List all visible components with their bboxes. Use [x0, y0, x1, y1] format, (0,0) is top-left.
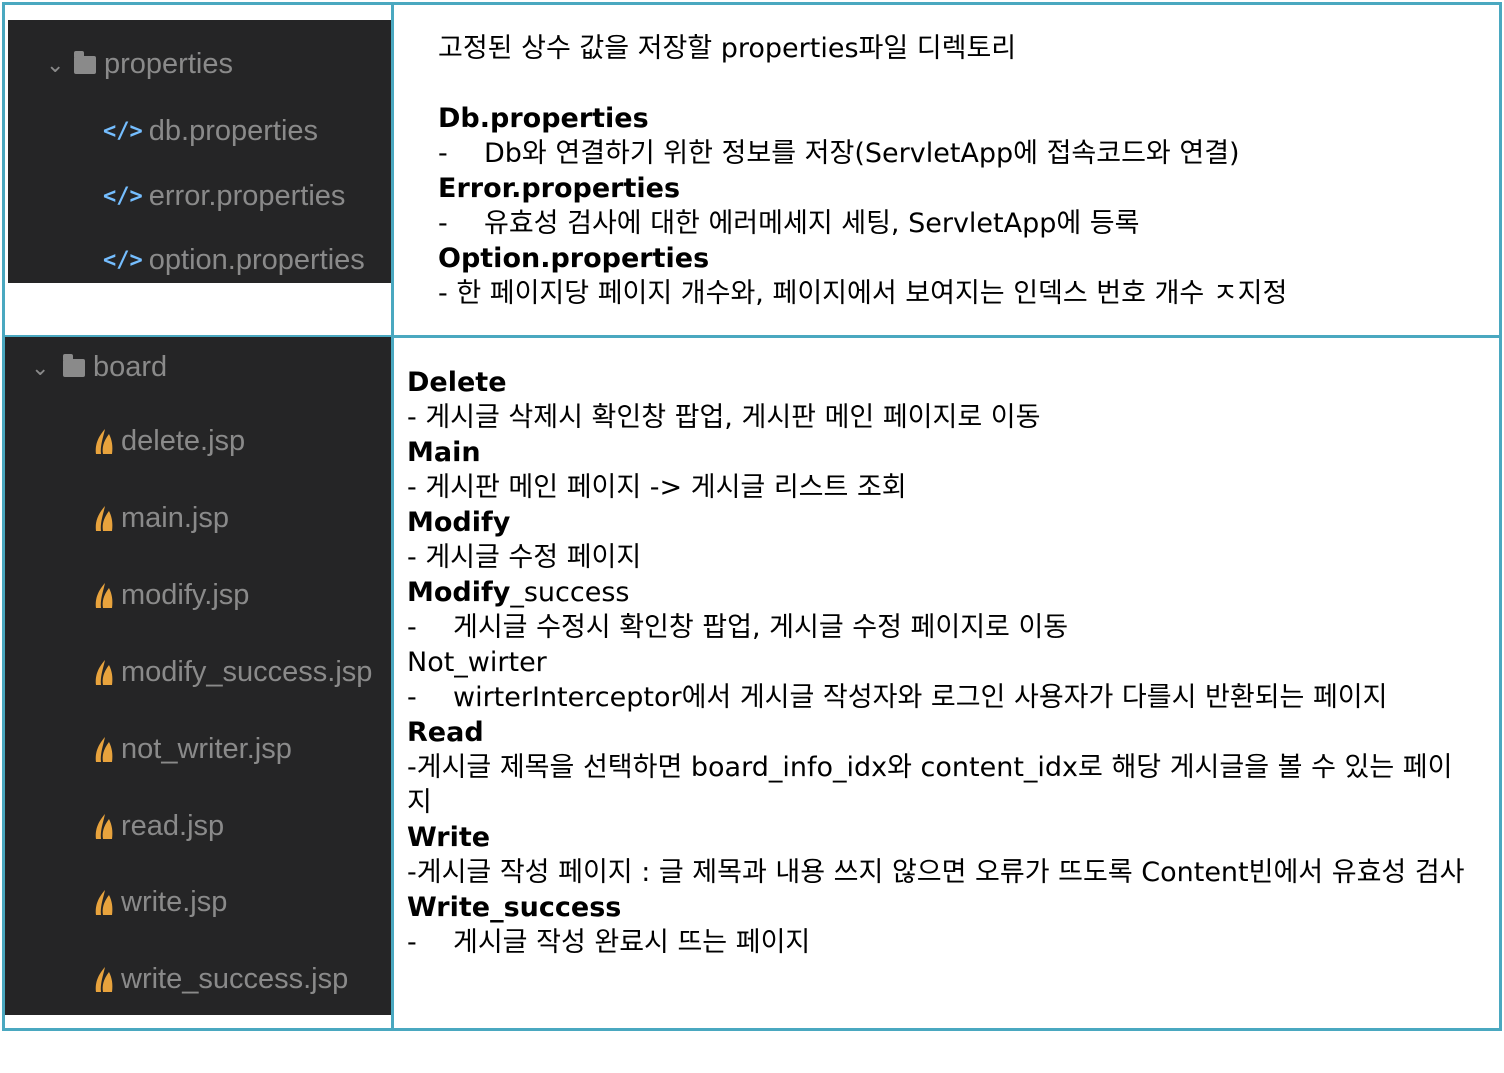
modify-success-title: Modify_success: [407, 577, 630, 608]
db-description: - Db와 연결하기 위한 정보를 저장(ServletApp에 접속코드와 연결…: [438, 138, 1240, 169]
write-description: -게시글 작성 페이지 : 글 제목과 내용 쓰지 않으면 오류가 뜨도록 Co…: [407, 857, 1465, 888]
properties-description: 고정된 상수 값을 저장할 properties파일 디렉토리 Db.prope…: [438, 31, 1478, 311]
option-title: Option.properties: [438, 243, 710, 274]
column-divider: [391, 5, 394, 1028]
file-label: modify.jsp: [121, 579, 250, 611]
properties-tree-screenshot: ⌄ properties </> db.properties </> error…: [8, 20, 391, 283]
db-title: Db.properties: [438, 103, 649, 134]
tree-file-row[interactable]: read.jsp: [93, 810, 224, 843]
folder-label: board: [93, 351, 168, 383]
file-label: modify_success.jsp: [121, 656, 373, 688]
chevron-down-icon: ⌄: [31, 354, 50, 380]
intro-text: 고정된 상수 값을 저장할 properties파일 디렉토리: [438, 33, 1017, 64]
xml-file-icon: </>: [103, 184, 143, 209]
tree-file-row[interactable]: modify_success.jsp: [93, 656, 372, 689]
delete-description: - 게시글 삭제시 확인창 팝업, 게시판 메인 페이지로 이동: [407, 402, 1041, 433]
xml-file-icon: </>: [103, 248, 143, 273]
write-success-description: - 게시글 작성 완료시 뜨는 페이지: [407, 927, 811, 958]
tree-file-row[interactable]: write.jsp: [93, 886, 227, 919]
documentation-table: ⌄ properties </> db.properties </> error…: [2, 2, 1502, 1031]
jsp-file-icon: [95, 659, 113, 685]
modify-success-description: - 게시글 수정시 확인창 팝업, 게시글 수정 페이지로 이동: [407, 612, 1069, 643]
not-writer-description: - wirterInterceptor에서 게시글 작성자와 로그인 사용자가 다…: [407, 682, 1388, 713]
modify-description: - 게시글 수정 페이지: [407, 542, 642, 573]
delete-title: Delete: [407, 367, 507, 398]
file-label: main.jsp: [121, 502, 229, 534]
jsp-file-icon: [95, 813, 113, 839]
modify-title: Modify: [407, 507, 511, 538]
jsp-file-icon: [95, 736, 113, 762]
xml-file-icon: </>: [103, 119, 143, 144]
tree-file-row[interactable]: delete.jsp: [93, 425, 245, 458]
tree-file-row[interactable]: </> option.properties: [103, 244, 365, 277]
read-description: -게시글 제목을 선택하면 board_info_idx와 content_id…: [407, 752, 1453, 818]
file-label: delete.jsp: [121, 425, 246, 457]
tree-file-row[interactable]: </> error.properties: [103, 180, 345, 213]
write-success-title: Write_success: [407, 892, 622, 923]
tree-file-row[interactable]: modify.jsp: [93, 579, 249, 612]
file-label: write_success.jsp: [121, 963, 349, 995]
tree-file-row[interactable]: </> db.properties: [103, 115, 318, 148]
tree-file-row[interactable]: write_success.jsp: [93, 963, 348, 996]
file-label: error.properties: [148, 180, 346, 212]
file-label: option.properties: [148, 244, 365, 276]
tree-folder-row[interactable]: ⌄ board: [31, 351, 167, 384]
board-description: Delete - 게시글 삭제시 확인창 팝업, 게시판 메인 페이지로 이동 …: [407, 365, 1477, 960]
main-title: Main: [407, 437, 481, 468]
file-label: not_writer.jsp: [121, 733, 292, 765]
tree-folder-row[interactable]: ⌄ properties: [46, 48, 233, 81]
file-label: db.properties: [148, 115, 319, 147]
folder-label: properties: [104, 48, 233, 80]
main-description: - 게시판 메인 페이지 -> 게시글 리스트 조회: [407, 472, 907, 503]
not-writer-title: Not_wirter: [407, 647, 547, 678]
jsp-file-icon: [95, 505, 113, 531]
option-description: - 한 페이지당 페이지 개수와, 페이지에서 보여지는 인덱스 번호 개수 ㅈ…: [438, 278, 1288, 309]
error-title: Error.properties: [438, 173, 681, 204]
file-label: write.jsp: [121, 886, 228, 918]
jsp-file-icon: [95, 582, 113, 608]
chevron-down-icon: ⌄: [46, 51, 65, 77]
folder-icon: [63, 353, 85, 377]
jsp-file-icon: [95, 428, 113, 454]
jsp-file-icon: [95, 889, 113, 915]
write-title: Write: [407, 822, 491, 853]
tree-file-row[interactable]: not_writer.jsp: [93, 733, 292, 766]
error-description: - 유효성 검사에 대한 에러메세지 세팅, ServletApp에 등록: [438, 208, 1140, 239]
file-label: read.jsp: [121, 810, 225, 842]
jsp-file-icon: [95, 966, 113, 992]
board-tree-screenshot: ⌄ board delete.jsp main.jsp modify.jsp m…: [5, 337, 391, 1015]
read-title: Read: [407, 717, 484, 748]
tree-file-row[interactable]: main.jsp: [93, 502, 229, 535]
folder-icon: [74, 50, 96, 74]
